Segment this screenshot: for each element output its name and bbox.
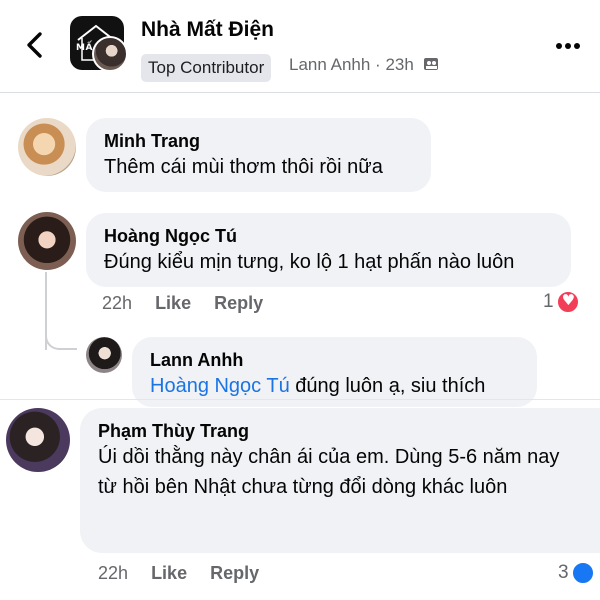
reply-bubble-lann-anhh: Lann Anhh Hoàng Ngọc Tú đúng luôn ạ, siu… [132, 337, 537, 407]
reply-button[interactable]: Reply [214, 293, 263, 313]
group-icon [423, 58, 438, 70]
back-chevron-icon[interactable] [22, 30, 48, 60]
comment-text: Đúng kiểu mịn tưng, ko lộ 1 hạt phấn nào… [104, 251, 515, 273]
reaction-count: 1 [543, 291, 554, 312]
comment-actions: 22h Like Reply [98, 563, 277, 584]
commenter-name[interactable]: Phạm Thùy Trang [98, 420, 582, 442]
comment-bubble-pham-thuy-trang: Phạm Thùy Trang Úi dồi thằng này chân ái… [80, 408, 600, 553]
post-time[interactable]: 23h [385, 55, 413, 74]
reaction-summary[interactable]: 3 [558, 561, 595, 585]
logo-text: MẤ [76, 43, 93, 53]
reaction-summary[interactable]: 1 [543, 290, 580, 314]
comment-time[interactable]: 22h [98, 563, 128, 583]
like-button[interactable]: Like [151, 563, 187, 583]
like-button[interactable]: Like [155, 293, 191, 313]
avatar-minh-trang[interactable] [18, 118, 76, 176]
mention-link[interactable]: Hoàng Ngọc Tú [150, 375, 290, 397]
comment-text: Úi dồi thằng này chân ái của em. Dùng 5-… [98, 446, 560, 498]
avatar-pham-thuy-trang[interactable] [6, 408, 70, 472]
commenter-name[interactable]: Minh Trang [104, 130, 413, 152]
commenter-name[interactable]: Lann Anhh [150, 349, 519, 371]
page-title[interactable]: Nhà Mất Điện [141, 18, 274, 42]
post-header: MẤ Nhà Mất Điện Top Contributor Lann Anh… [0, 0, 600, 93]
comment-time[interactable]: 22h [102, 293, 132, 313]
more-options-icon[interactable] [556, 36, 584, 56]
commenter-name[interactable]: Hoàng Ngọc Tú [104, 225, 553, 247]
avatar-hoang-ngoc-tu[interactable] [18, 212, 76, 270]
reaction-count: 3 [558, 562, 569, 583]
comment-bubble-hoang-ngoc-tu: Hoàng Ngọc Tú Đúng kiểu mịn tưng, ko lộ … [86, 213, 571, 287]
author-name[interactable]: Lann Anhh [289, 55, 370, 74]
comment-bubble-minh-trang: Minh Trang Thêm cái mùi thơm thôi rồi nữ… [86, 118, 431, 192]
comment-divider [0, 399, 600, 400]
author-mini-avatar [92, 36, 128, 72]
avatar-lann-anhh[interactable] [86, 337, 122, 373]
author-meta: Lann Anhh · 23h [289, 55, 439, 75]
page-avatar[interactable]: MẤ [70, 16, 128, 72]
meta-separator: · [375, 55, 381, 74]
thread-connector [45, 330, 77, 350]
reply-body: đúng luôn ạ, siu thích [289, 375, 486, 397]
comment-actions: 22h Like Reply [102, 293, 281, 314]
like-reaction-icon [570, 561, 595, 585]
comment-text: Thêm cái mùi thơm thôi rồi nữa [104, 156, 383, 178]
heart-reaction-icon [555, 290, 580, 314]
reply-text: Hoàng Ngọc Tú đúng luôn ạ, siu thích [150, 371, 519, 401]
top-contributor-badge: Top Contributor [141, 54, 272, 82]
reply-button[interactable]: Reply [210, 563, 259, 583]
